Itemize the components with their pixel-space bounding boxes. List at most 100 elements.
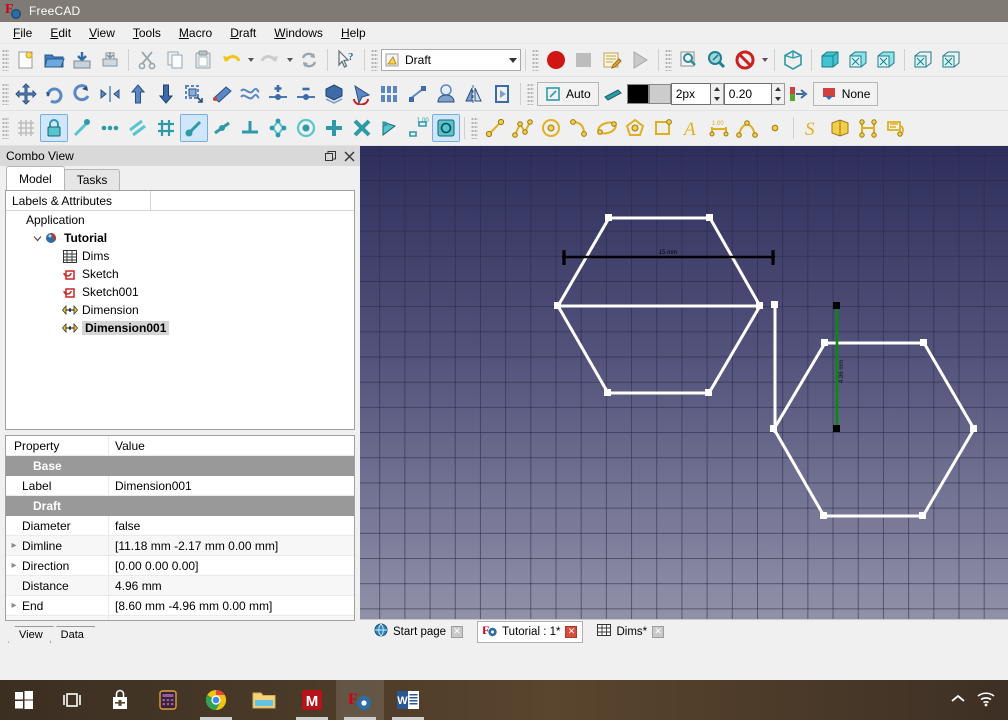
twisty-expanded-icon[interactable]: [30, 234, 44, 243]
macro-stop-icon[interactable]: [570, 46, 598, 74]
snap-intersection-icon[interactable]: [180, 114, 208, 142]
redo-icon[interactable]: [256, 46, 284, 74]
refresh-icon[interactable]: [295, 46, 323, 74]
line-color-swatch[interactable]: [627, 84, 649, 104]
snap-special-icon[interactable]: [292, 114, 320, 142]
draft-rotate-icon[interactable]: [40, 80, 68, 108]
draft-upgrade-icon[interactable]: [124, 80, 152, 108]
property-value[interactable]: false: [109, 519, 354, 533]
toolbar-grip[interactable]: [2, 117, 9, 139]
close-tab-icon[interactable]: ✕: [451, 626, 463, 638]
draft-shapestring-icon[interactable]: [854, 114, 882, 142]
fit-selection-icon[interactable]: [703, 46, 731, 74]
draft-path-array-icon[interactable]: [404, 80, 432, 108]
draft-text-icon[interactable]: A: [677, 114, 705, 142]
tree-item-sketch[interactable]: Sketch: [6, 265, 354, 283]
document-tab-dims[interactable]: Dims*✕: [591, 621, 670, 643]
snap-midpoint-icon[interactable]: [96, 114, 124, 142]
draft-edit-icon[interactable]: [208, 80, 236, 108]
3d-viewport[interactable]: 15 mm 4.96 mm Start page✕FTutorial : 1*✕…: [360, 146, 1008, 643]
draft-clone-icon[interactable]: [432, 80, 460, 108]
document-tab-start-page[interactable]: Start page✕: [368, 621, 469, 643]
file-explorer-button[interactable]: [240, 680, 288, 720]
property-value[interactable]: [0.00 0.00 0.00]: [109, 559, 354, 573]
property-row-distance[interactable]: Distance4.96 mm: [6, 576, 354, 596]
menu-item-tools[interactable]: Tools: [124, 23, 170, 43]
draft-polyline-icon[interactable]: [509, 114, 537, 142]
snap-grid-icon[interactable]: [12, 114, 40, 142]
draft-bezier-icon[interactable]: S: [798, 114, 826, 142]
fit-all-icon[interactable]: [675, 46, 703, 74]
float-panel-icon[interactable]: [323, 149, 337, 163]
snap-center-icon[interactable]: [124, 114, 152, 142]
property-tab-data[interactable]: Data: [50, 626, 95, 643]
property-row-end[interactable]: ▸End[8.60 mm -4.96 mm 0.00 mm]: [6, 596, 354, 616]
draw-style-icon[interactable]: [731, 46, 759, 74]
snap-ortho-icon[interactable]: [348, 114, 376, 142]
snap-parallel-icon[interactable]: [264, 114, 292, 142]
draft-label-icon[interactable]: [882, 114, 910, 142]
tree-item-application[interactable]: Application: [6, 211, 354, 229]
toolbar-grip[interactable]: [471, 117, 478, 139]
font-size-stepper[interactable]: [772, 83, 785, 105]
menu-item-help[interactable]: Help: [332, 23, 375, 43]
whats-this-icon[interactable]: ?: [332, 46, 360, 74]
draft-offset-icon[interactable]: [68, 80, 96, 108]
draft-draft-to-sketch-icon[interactable]: [348, 80, 376, 108]
property-row-direction[interactable]: ▸Direction[0.00 0.00 0.00]: [6, 556, 354, 576]
expand-arrow-icon[interactable]: ▸: [6, 560, 22, 571]
property-value[interactable]: Dimension001: [109, 479, 354, 493]
draft-bspline-icon[interactable]: [733, 114, 761, 142]
draft-scale-icon[interactable]: [180, 80, 208, 108]
start-button[interactable]: [0, 680, 48, 720]
font-size-input[interactable]: 0.20: [724, 83, 772, 105]
draft-polygon-icon[interactable]: [621, 114, 649, 142]
draft-stretch-icon[interactable]: [488, 80, 516, 108]
property-value[interactable]: [11.18 mm -2.17 mm 0.00 mm]: [109, 539, 354, 553]
autogroup-button[interactable]: Auto: [537, 82, 599, 106]
expand-arrow-icon[interactable]: ▸: [6, 540, 22, 551]
close-tab-icon[interactable]: ✕: [652, 626, 664, 638]
task-view-button[interactable]: [48, 680, 96, 720]
draft-move-icon[interactable]: [12, 80, 40, 108]
line-width-stepper[interactable]: [711, 83, 724, 105]
menu-item-windows[interactable]: Windows: [265, 23, 332, 43]
right-view-icon[interactable]: [872, 46, 900, 74]
print-document-icon[interactable]: [96, 46, 124, 74]
draft-downgrade-icon[interactable]: [152, 80, 180, 108]
new-document-icon[interactable]: [12, 46, 40, 74]
apply-style-icon[interactable]: [785, 80, 813, 108]
tab-tasks[interactable]: Tasks: [64, 169, 121, 190]
toolbar-grip[interactable]: [527, 83, 534, 105]
draft-trimex-icon[interactable]: [96, 80, 124, 108]
snap-extension-icon[interactable]: [236, 114, 264, 142]
toolbar-grip[interactable]: [2, 49, 9, 71]
snap-dimensions-icon[interactable]: [376, 114, 404, 142]
draft-ellipse-icon[interactable]: [593, 114, 621, 142]
top-view-icon[interactable]: [844, 46, 872, 74]
expand-arrow-icon[interactable]: ▸: [6, 600, 22, 611]
menu-item-file[interactable]: File: [4, 23, 41, 43]
paste-icon[interactable]: [189, 46, 217, 74]
toolbar-grip[interactable]: [371, 49, 378, 71]
tree-item-sketch001[interactable]: Sketch001: [6, 283, 354, 301]
chrome-button[interactable]: [192, 680, 240, 720]
word-button[interactable]: W: [384, 680, 432, 720]
property-tab-view[interactable]: View: [8, 626, 54, 643]
tree-item-dims[interactable]: Dims: [6, 247, 354, 265]
draft-point-icon[interactable]: [761, 114, 789, 142]
menu-item-edit[interactable]: Edit: [41, 23, 80, 43]
snap-lock-icon[interactable]: [40, 114, 68, 142]
property-value[interactable]: [8.60 mm -4.96 mm 0.00 mm]: [109, 599, 354, 613]
property-row-label[interactable]: LabelDimension001: [6, 476, 354, 496]
draft-remove-point-icon[interactable]: [292, 80, 320, 108]
draft-add-point-icon[interactable]: [264, 80, 292, 108]
undo-dropdown-arrow[interactable]: [245, 46, 256, 74]
line-width-input[interactable]: 2px: [671, 83, 711, 105]
draft-wire-to-bspline-icon[interactable]: [236, 80, 264, 108]
menu-item-macro[interactable]: Macro: [170, 23, 221, 43]
draft-arc-icon[interactable]: [565, 114, 593, 142]
model-tree[interactable]: Labels & Attributes ApplicationTutorialD…: [5, 190, 355, 430]
draft-shape-2dview-icon[interactable]: [320, 80, 348, 108]
axonometric-view-icon[interactable]: [779, 46, 807, 74]
